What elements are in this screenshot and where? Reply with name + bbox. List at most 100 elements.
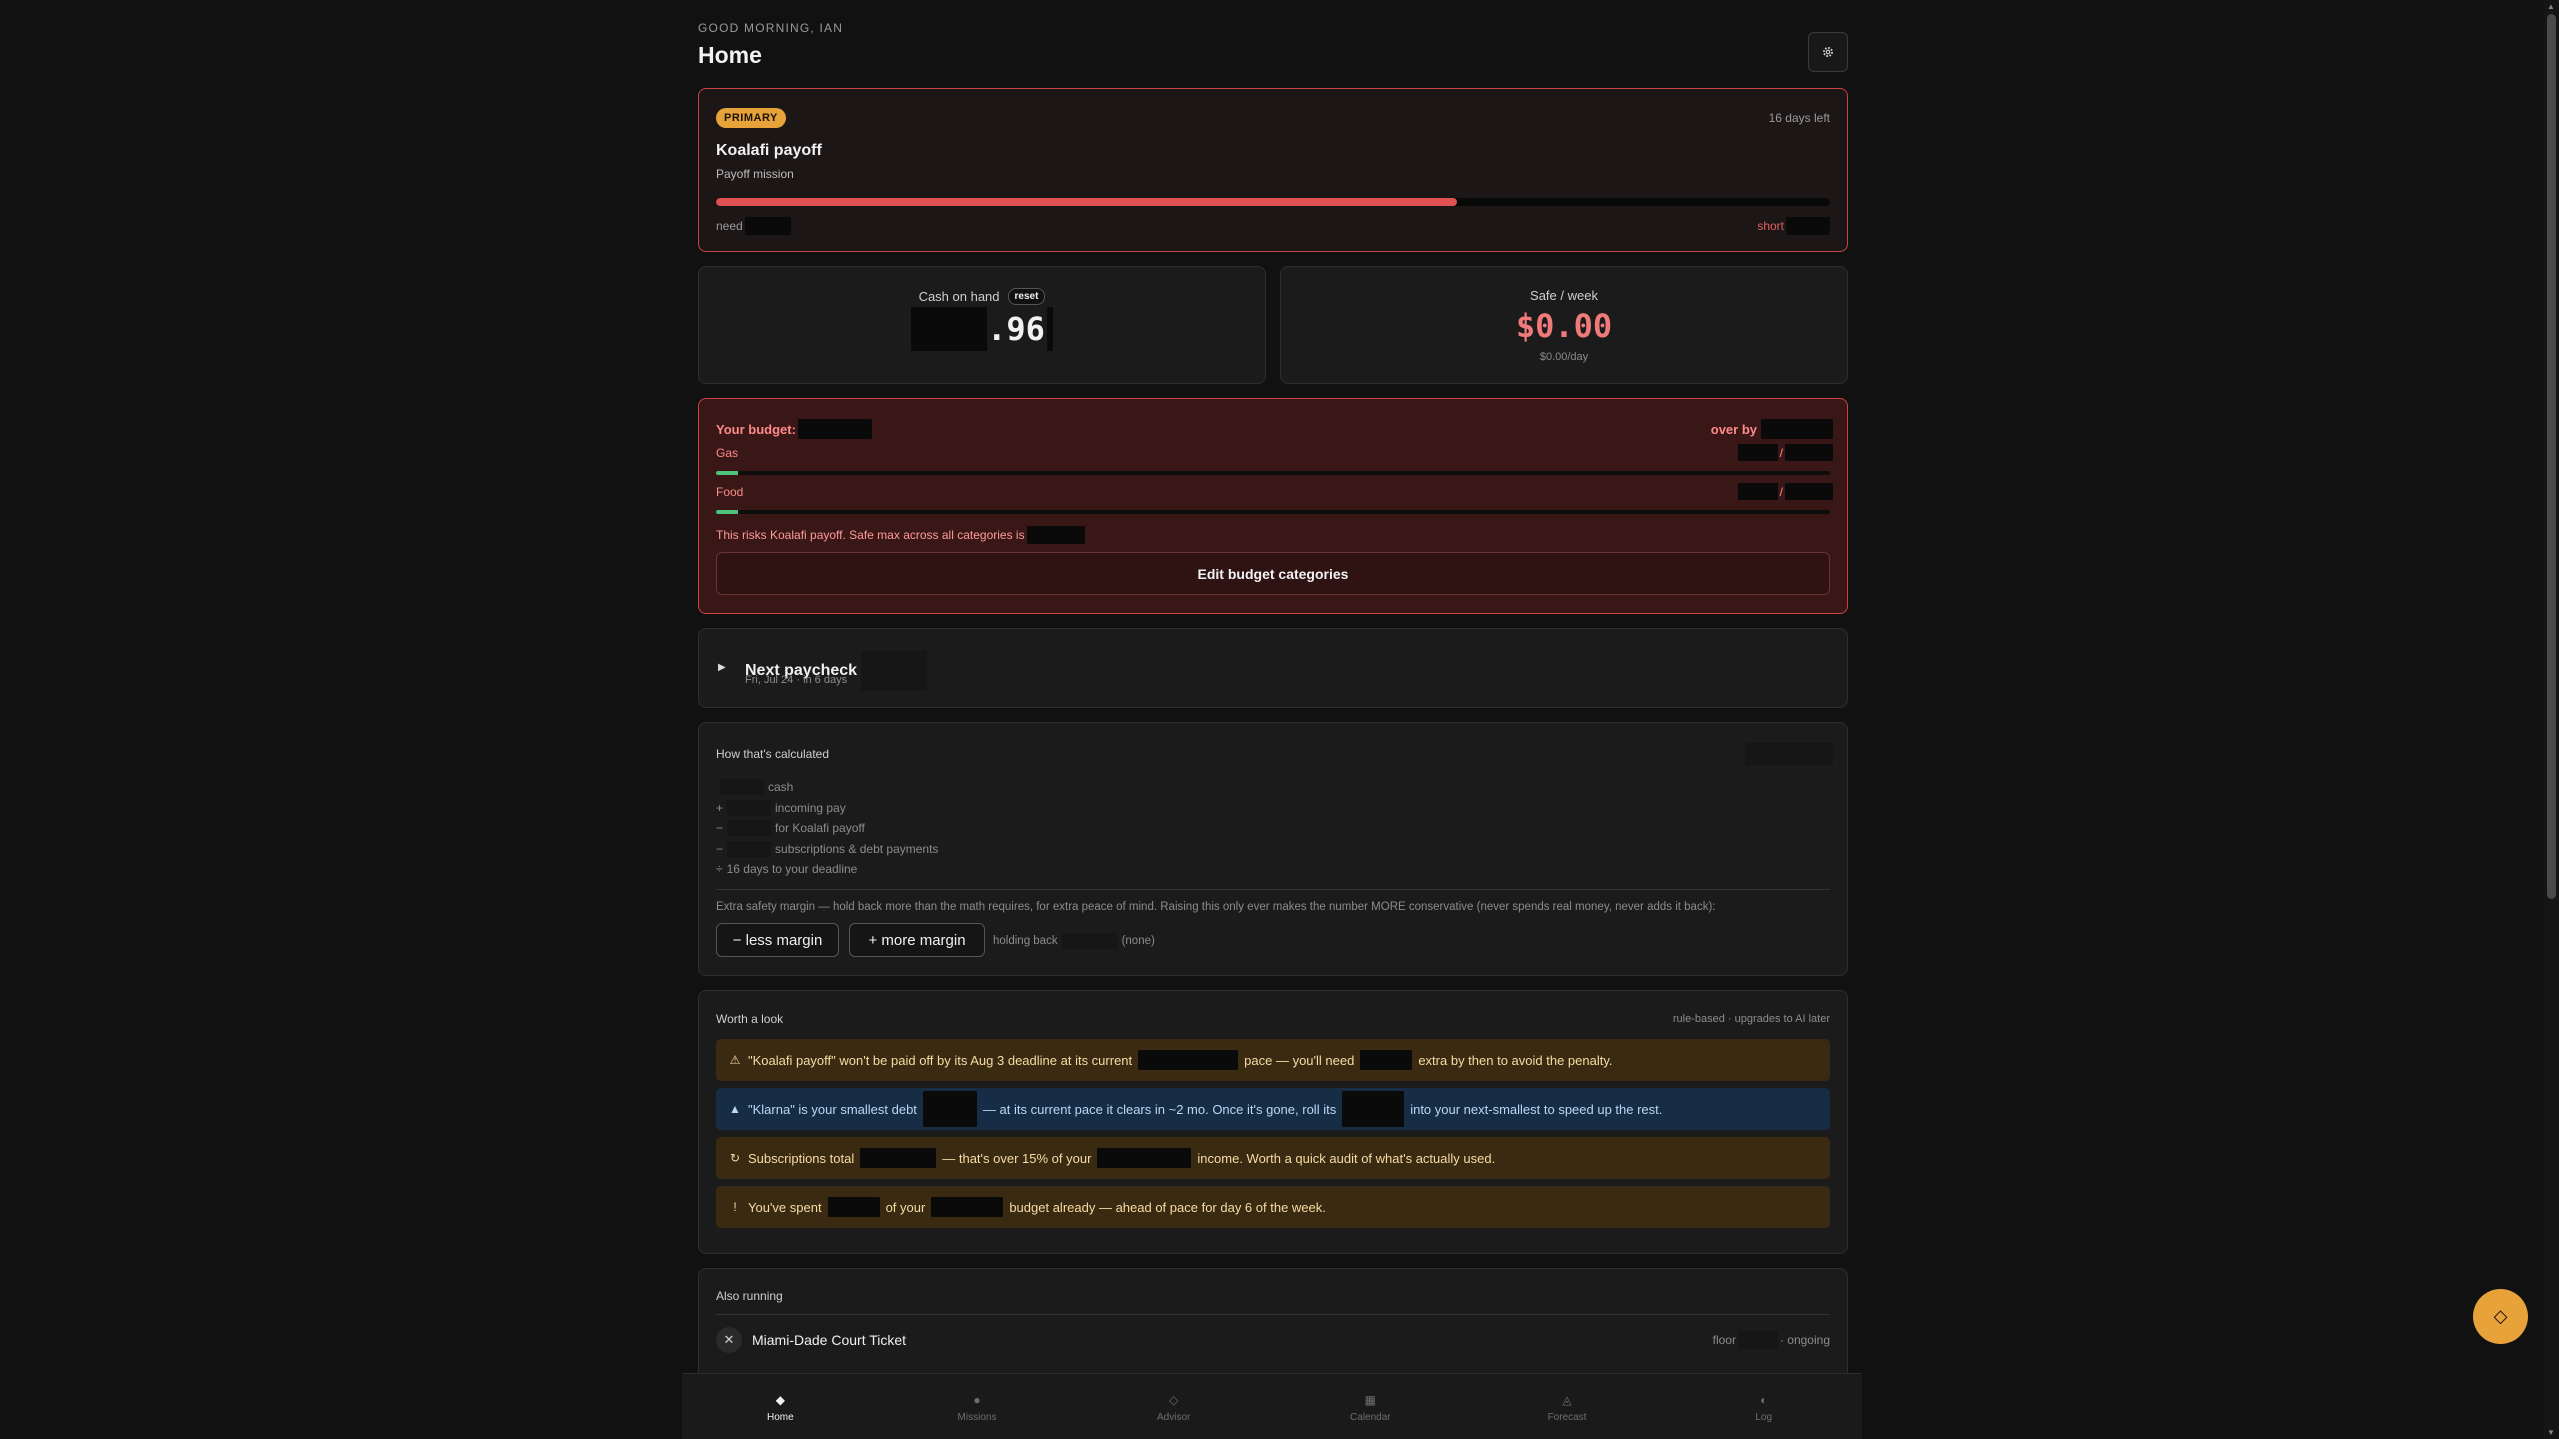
alert-text: of your xyxy=(885,1199,926,1215)
warning-icon: ⚠ xyxy=(729,1053,741,1067)
nav-label: Advisor xyxy=(1157,1412,1191,1423)
calc-sign: ÷ xyxy=(716,862,723,877)
nav-home[interactable]: ◆ Home xyxy=(682,1374,879,1439)
need-label: need xyxy=(716,219,743,233)
redacted-value xyxy=(922,1091,977,1127)
safe-value: $0.00 xyxy=(1515,307,1613,345)
scroll-up-icon[interactable]: ▲ xyxy=(2547,2,2555,11)
scroll-down-icon[interactable]: ▼ xyxy=(2547,1428,2555,1437)
alert-text: "Koalafi payoff" won't be paid off by it… xyxy=(748,1052,1133,1068)
nav-advisor[interactable]: ◇ Advisor xyxy=(1075,1374,1272,1439)
alert-spending-pace[interactable]: ! You've spent of your budget already — … xyxy=(716,1186,1830,1228)
holding-back-value: (none) xyxy=(1121,935,1155,947)
primary-mission-card[interactable]: PRIMARY 16 days left Koalafi payoff Payo… xyxy=(698,88,1848,252)
gear-icon xyxy=(1823,47,1833,57)
risk-text: This risks Koalafi payoff. Safe max acro… xyxy=(716,528,1025,542)
redacted-value xyxy=(1761,419,1833,439)
bottom-nav: ◆ Home ● Missions ◇ Advisor ▦ Calendar ◬ Fore… xyxy=(682,1373,1862,1439)
holding-back-label: holding back xyxy=(993,935,1058,947)
scrollbar[interactable]: ▲ ▼ xyxy=(2544,0,2559,1439)
nav-forecast[interactable]: ◬ Forecast xyxy=(1469,1374,1666,1439)
category-gas: Gas xyxy=(716,446,739,460)
calc-title: How that's calculated xyxy=(716,747,830,761)
less-margin-button[interactable]: − less margin xyxy=(716,923,839,957)
redacted-value xyxy=(727,820,772,837)
page-title: Home xyxy=(698,42,762,68)
budget-card: Your budget: over by Gas / Food / This r… xyxy=(698,398,1848,614)
redacted-value xyxy=(1061,933,1118,949)
more-margin-button[interactable]: + more margin xyxy=(849,923,985,957)
redacted-value xyxy=(1786,217,1830,235)
greeting: GOOD MORNING, IAN xyxy=(698,21,844,35)
calculation-card: How that's calculated cash + incoming pay… xyxy=(698,722,1848,976)
refresh-icon: ↻ xyxy=(729,1151,741,1165)
alert-text: Subscriptions total xyxy=(748,1150,855,1166)
home-icon: ◆ xyxy=(775,1393,785,1407)
calc-line: cash xyxy=(716,777,938,798)
mission-progress-bar xyxy=(716,198,1830,206)
budget-heading-text: Your budget: xyxy=(716,421,796,437)
redacted-value xyxy=(1138,1050,1239,1070)
nav-label: Home xyxy=(766,1412,794,1423)
calc-text: subscriptions & debt payments xyxy=(775,841,939,856)
nav-missions[interactable]: ● Missions xyxy=(879,1374,1076,1439)
safe-week-card: Safe / week $0.00 $0.00/day xyxy=(1280,266,1848,384)
settings-button[interactable] xyxy=(1808,32,1848,72)
redacted-value xyxy=(1785,483,1833,500)
mission-progress-fill xyxy=(716,198,1457,206)
category-gas-bar xyxy=(716,471,1830,475)
redacted-value xyxy=(860,1148,937,1168)
mission-name: Koalafi payoff xyxy=(716,142,822,159)
nav-log[interactable]: ◐ Log xyxy=(1665,1374,1862,1439)
nav-label: Log xyxy=(1755,1412,1773,1423)
edit-budget-button[interactable]: Edit budget categories xyxy=(716,552,1830,595)
scroll-thumb[interactable] xyxy=(2547,14,2556,899)
calc-line: + incoming pay xyxy=(716,798,938,819)
forecast-icon: ◬ xyxy=(1562,1393,1572,1407)
calc-sign: − xyxy=(716,841,724,856)
safe-label: Safe / week xyxy=(1530,288,1598,303)
redacted-value xyxy=(1737,444,1778,461)
primary-badge: PRIMARY xyxy=(716,108,786,128)
worth-title: Worth a look xyxy=(716,1012,784,1026)
nav-calendar[interactable]: ▦ Calendar xyxy=(1272,1374,1469,1439)
alert-klarna-smallest[interactable]: ▲ "Klarna" is your smallest debt — at it… xyxy=(716,1088,1830,1130)
holding-back: holding back (none) xyxy=(993,933,1155,949)
log-icon: ◐ xyxy=(1760,1393,1768,1407)
cash-label: Cash on hand xyxy=(918,289,1000,304)
margin-note: Extra safety margin — hold back more tha… xyxy=(716,901,1716,913)
calc-text: for Koalafi payoff xyxy=(775,821,865,836)
redacted-value xyxy=(1360,1050,1413,1070)
advisor-icon: ◇ xyxy=(1169,1393,1179,1407)
redacted-value xyxy=(744,217,791,235)
cash-on-hand-card: Cash on hand reset .96 xyxy=(698,266,1266,384)
alert-koalafi-deadline[interactable]: ⚠ "Koalafi payoff" won't be paid off by … xyxy=(716,1039,1830,1081)
days-left: 16 days left xyxy=(1768,111,1830,125)
reset-button[interactable]: reset xyxy=(1007,288,1046,305)
alert-subscriptions[interactable]: ↻ Subscriptions total — that's over 15% … xyxy=(716,1137,1830,1179)
status-label: · ongoing xyxy=(1779,1333,1830,1347)
calc-lines: cash + incoming pay − for Koalafi payoff −… xyxy=(716,777,938,880)
exclamation-icon: ! xyxy=(733,1200,737,1214)
redacted-value xyxy=(727,840,772,857)
alert-text: budget already — ahead of pace for day 6… xyxy=(1009,1199,1326,1215)
alert-text: "Klarna" is your smallest debt xyxy=(748,1101,917,1117)
paycheck-subtitle: Fri, Jul 24 · in 6 days xyxy=(745,674,848,686)
advisor-fab-button[interactable]: ◇ xyxy=(2473,1289,2528,1344)
safe-per-day: $0.00/day xyxy=(1539,351,1589,363)
list-item[interactable]: ✕ Miami-Dade Court Ticket floor · ongoing xyxy=(716,1324,1830,1356)
redacted-value xyxy=(727,799,772,816)
redacted-value xyxy=(931,1197,1004,1217)
redacted-value xyxy=(720,779,764,796)
category-gas-fill xyxy=(716,471,739,475)
cash-value: .96 xyxy=(699,307,1265,351)
short-amount: short xyxy=(1757,217,1830,235)
close-icon[interactable]: ✕ xyxy=(716,1327,742,1353)
calc-line: − subscriptions & debt payments xyxy=(716,839,938,860)
next-paycheck-card[interactable]: ▶ Next paycheck Fri, Jul 24 · in 6 days xyxy=(698,628,1848,708)
short-label: short xyxy=(1757,219,1784,233)
redacted-value xyxy=(797,419,872,439)
calc-text: incoming pay xyxy=(775,800,846,815)
category-food-bar xyxy=(716,510,1830,514)
alert-text: pace — you'll need xyxy=(1244,1052,1355,1068)
